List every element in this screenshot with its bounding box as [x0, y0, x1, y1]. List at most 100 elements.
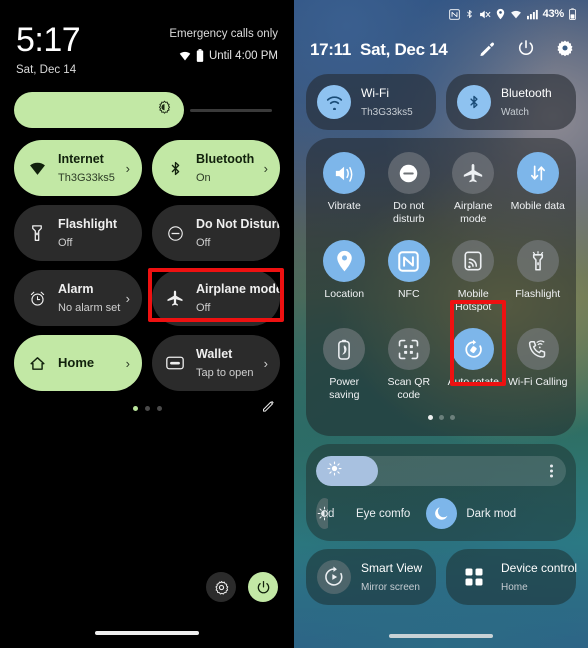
pencil-icon[interactable]: [478, 39, 496, 62]
mute-icon: [479, 9, 491, 20]
wifi-icon: [27, 160, 47, 177]
oneui-quick-panel: 43% 17:11 Sat, Dec 14 Wi-Fi Th3G33ks5 Bl…: [294, 0, 588, 648]
tile-airplane-mode[interactable]: Airplane mode Off: [152, 270, 280, 326]
bluetooth-icon: [465, 8, 474, 20]
battery-icon: [196, 49, 204, 62]
tile-internet[interactable]: Internet Th3G33ks5 ›: [14, 140, 142, 196]
qtile-label: Mobile Hotspot: [455, 288, 492, 313]
tile-subtitle: Off: [196, 237, 211, 249]
qtile-do-not-disturb[interactable]: Do not disturb: [377, 150, 442, 228]
flashlight-icon: [27, 224, 47, 242]
oneui-quick-tiles-card: Vibrate Do not disturb Airplane mode Mob…: [306, 138, 576, 436]
chevron-right-icon[interactable]: ›: [264, 356, 268, 371]
kebab-menu-icon[interactable]: [550, 464, 553, 478]
brightness-slider-fill[interactable]: [14, 92, 184, 128]
qtile-vibrate[interactable]: Vibrate: [312, 150, 377, 228]
tile-home[interactable]: Home ›: [14, 335, 142, 391]
display-toggle-dark-mode[interactable]: Dark mod: [426, 498, 516, 529]
tile-subtitle: Th3G33ks5: [361, 107, 413, 118]
vibrate-icon: [323, 152, 366, 194]
tile-title: Wi-Fi: [361, 86, 389, 100]
gear-icon[interactable]: [556, 39, 574, 62]
oneui-brightness-card: d Eye comfo Dark mod: [306, 444, 576, 541]
qtile-location[interactable]: Location: [312, 238, 377, 316]
tile-do-not-disturb[interactable]: Do Not Disturb Off: [152, 205, 280, 261]
chevron-right-icon[interactable]: ›: [126, 291, 130, 306]
oneui-panel-header: 17:11 Sat, Dec 14: [294, 28, 588, 68]
nfc-icon: [448, 8, 460, 20]
wifi-calling-icon: [516, 328, 559, 370]
qtile-mobile-data[interactable]: Mobile data: [506, 150, 571, 228]
settings-button[interactable]: [206, 572, 236, 602]
navigation-bar-handle[interactable]: [95, 631, 199, 635]
tile-subtitle: Watch: [501, 107, 529, 118]
edit-tiles-button[interactable]: [261, 398, 276, 418]
power-button[interactable]: [248, 572, 278, 602]
qtile-scan-qr-code[interactable]: Scan QR code: [377, 326, 442, 404]
page-dot[interactable]: [156, 405, 162, 411]
tile-wifi[interactable]: Wi-Fi Th3G33ks5: [306, 74, 436, 130]
qtile-nfc[interactable]: NFC: [377, 238, 442, 316]
qtile-label: Vibrate: [327, 200, 361, 212]
qtile-mobile-hotspot[interactable]: Mobile Hotspot: [441, 238, 506, 316]
qtile-wifi-calling[interactable]: Wi-Fi Calling: [506, 326, 571, 404]
tile-flashlight[interactable]: Flashlight Off: [14, 205, 142, 261]
brightness-slider-track[interactable]: [190, 108, 272, 112]
power-icon[interactable]: [517, 39, 535, 62]
auto-rotate-icon: [452, 328, 495, 370]
brightness-slider[interactable]: [316, 456, 566, 486]
battery-percent: 43%: [542, 8, 565, 20]
tile-device-control[interactable]: Device control Home: [446, 549, 577, 605]
qtile-airplane-mode[interactable]: Airplane mode: [441, 150, 506, 228]
wifi-icon: [510, 9, 522, 20]
oneui-bottom-tiles: Smart View Mirror screen Device control …: [294, 541, 588, 605]
tile-subtitle: Tap to open: [196, 367, 254, 379]
wifi-icon: [179, 50, 191, 62]
android-status-header: 5:17 Sat, Dec 14 Emergency calls only Un…: [0, 0, 294, 76]
qtile-label: Mobile data: [510, 200, 565, 212]
tile-wallet[interactable]: Wallet Tap to open ›: [152, 335, 280, 391]
navigation-bar-handle[interactable]: [389, 634, 493, 638]
display-toggles-row: d Eye comfo Dark mod: [316, 498, 566, 529]
brightness-icon: [157, 100, 172, 120]
tile-subtitle: Home: [501, 582, 528, 593]
brightness-slider[interactable]: [14, 92, 280, 128]
device-control-icon: [457, 560, 491, 594]
android-quick-settings-panel: 5:17 Sat, Dec 14 Emergency calls only Un…: [0, 0, 294, 648]
brightness-icon: [327, 461, 342, 481]
page-dot[interactable]: [132, 405, 138, 411]
page-dot[interactable]: [438, 415, 444, 420]
oneui-status-bar: 43%: [294, 0, 588, 28]
display-toggle-truncated[interactable]: [316, 498, 328, 529]
tile-title: Airplane mode: [196, 282, 280, 296]
tile-alarm[interactable]: Alarm No alarm set ›: [14, 270, 142, 326]
chevron-right-icon[interactable]: ›: [126, 161, 130, 176]
quick-tiles-page-indicator: [312, 415, 570, 420]
mobile-data-icon: [516, 152, 559, 194]
tile-smart-view[interactable]: Smart View Mirror screen: [306, 549, 436, 605]
flashlight-icon: [516, 240, 559, 282]
nfc-icon: [387, 240, 430, 282]
chevron-right-icon[interactable]: ›: [264, 161, 268, 176]
page-dot[interactable]: [144, 405, 150, 411]
hotspot-icon: [452, 240, 495, 282]
qtile-label: Scan QR code: [387, 376, 431, 401]
display-toggle-eye-comfort[interactable]: Eye comfo: [356, 508, 410, 520]
qtile-power-saving[interactable]: Power saving: [312, 326, 377, 404]
tile-title: Alarm: [58, 282, 94, 296]
brightness-slider-fill[interactable]: [316, 456, 378, 486]
battery-status-row: Until 4:00 PM: [169, 49, 278, 62]
qtile-label: Wi-Fi Calling: [507, 376, 568, 388]
tile-subtitle: Mirror screen: [361, 582, 420, 593]
chevron-right-icon[interactable]: ›: [126, 356, 130, 371]
signal-icon: [526, 9, 538, 20]
page-dot[interactable]: [427, 415, 433, 420]
qtile-auto-rotate[interactable]: Auto rotate: [441, 326, 506, 404]
tile-bluetooth[interactable]: Bluetooth On ›: [152, 140, 280, 196]
bluetooth-icon: [457, 85, 491, 119]
qtile-flashlight[interactable]: Flashlight: [506, 238, 571, 316]
tile-bluetooth[interactable]: Bluetooth Watch: [446, 74, 576, 130]
qtile-label: Airplane mode: [453, 200, 493, 225]
page-dot[interactable]: [449, 415, 455, 420]
qtile-label: Power saving: [329, 376, 360, 401]
